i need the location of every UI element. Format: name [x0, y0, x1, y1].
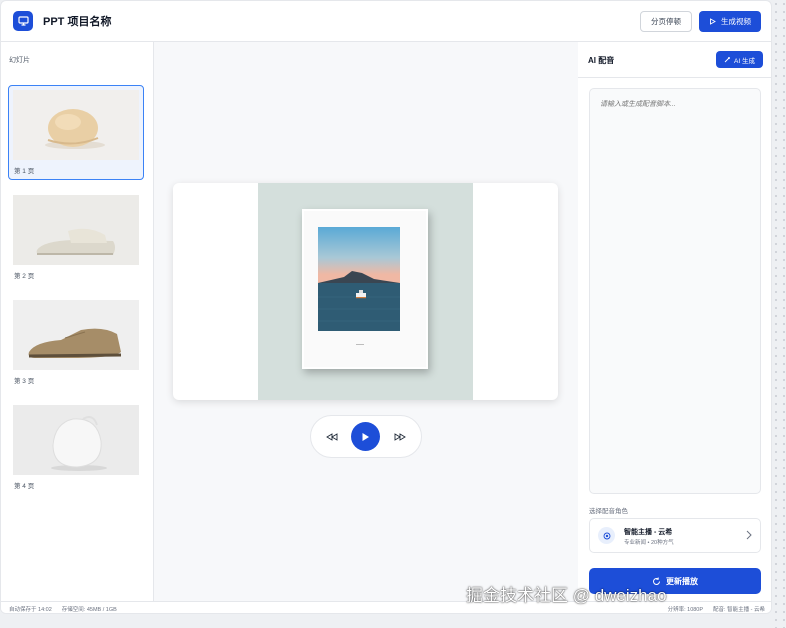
resolution-status: 分辨率: 1080P: [667, 606, 704, 613]
slide-thumbnail-3[interactable]: 第 3 页: [8, 295, 144, 390]
framed-picture: [302, 209, 428, 369]
playback-controls: [310, 415, 422, 458]
voice-description: 专业新闻 • 20种方气: [624, 540, 674, 546]
top-header: PPT 项目名称 分页停顿 生成视频: [1, 1, 771, 42]
slide-4-image: [13, 405, 139, 475]
slide-thumbnail-1[interactable]: 第 1 页: [8, 85, 144, 180]
ai-generate-label: AI 生成: [734, 57, 755, 65]
app-window: PPT 项目名称 分页停顿 生成视频 幻灯片 第 1 页 第 2 页 第 3 页…: [0, 0, 772, 614]
page-pause-button[interactable]: 分页停顿: [640, 10, 692, 32]
play-button[interactable]: [351, 422, 381, 451]
voice-selector[interactable]: 智能主播 - 云希 专业新闻 • 20种方气: [589, 518, 761, 553]
generate-video-button[interactable]: 生成视频: [699, 10, 761, 32]
background-dot-grid: [772, 0, 786, 628]
slide-3-image: [13, 300, 139, 370]
voice-status: 配音: 智能主播 - 云希: [713, 606, 765, 613]
slide-label: 第 2 页: [14, 273, 35, 280]
watermark: 掘金技术社区 @ dweizhao: [466, 586, 667, 605]
slide-preview: [173, 183, 558, 400]
update-playback-label: 更新播放: [666, 576, 698, 586]
sidebar-title: 幻灯片: [9, 57, 30, 64]
magic-wand-icon: [724, 57, 731, 63]
voice-name: 智能主播 - 云希: [624, 529, 673, 536]
presentation-logo-icon: [13, 11, 33, 31]
slide-label: 第 4 页: [14, 483, 35, 490]
slide-thumbnail-4[interactable]: 第 4 页: [8, 400, 144, 495]
rewind-icon[interactable]: [325, 432, 338, 441]
chevron-right-icon: [746, 530, 752, 540]
slide-label: 第 1 页: [14, 168, 35, 175]
generate-video-label: 生成视频: [721, 16, 751, 26]
slide-thumbnail-2[interactable]: 第 2 页: [8, 190, 144, 285]
ai-voice-panel: AI 配音 AI 生成 选择配音角色 智能主播 - 云希 专业新闻 • 20种方…: [578, 42, 771, 601]
autosave-status: 自动保存于 14:02: [9, 606, 52, 613]
fast-forward-icon[interactable]: [394, 432, 407, 441]
panel-header: AI 配音 AI 生成: [578, 42, 771, 78]
script-textarea[interactable]: [589, 88, 761, 494]
slide-2-image: [13, 195, 139, 265]
ai-generate-button[interactable]: AI 生成: [716, 51, 763, 68]
slide-label: 第 3 页: [14, 378, 35, 385]
slide-1-image: [13, 90, 139, 160]
panel-title: AI 配音: [588, 56, 615, 65]
storage-status: 存储空间: 45MB / 1GB: [61, 606, 117, 613]
slide-sidebar: 幻灯片 第 1 页 第 2 页 第 3 页 第 4 页: [1, 42, 154, 601]
voice-avatar-icon: [598, 527, 615, 544]
project-title: PPT 项目名称: [43, 16, 112, 28]
main-stage: [154, 42, 578, 601]
play-outline-icon: [710, 17, 716, 25]
voice-section-label: 选择配音角色: [589, 508, 628, 515]
slide-preview-image: [258, 183, 473, 400]
play-icon: [362, 432, 370, 441]
